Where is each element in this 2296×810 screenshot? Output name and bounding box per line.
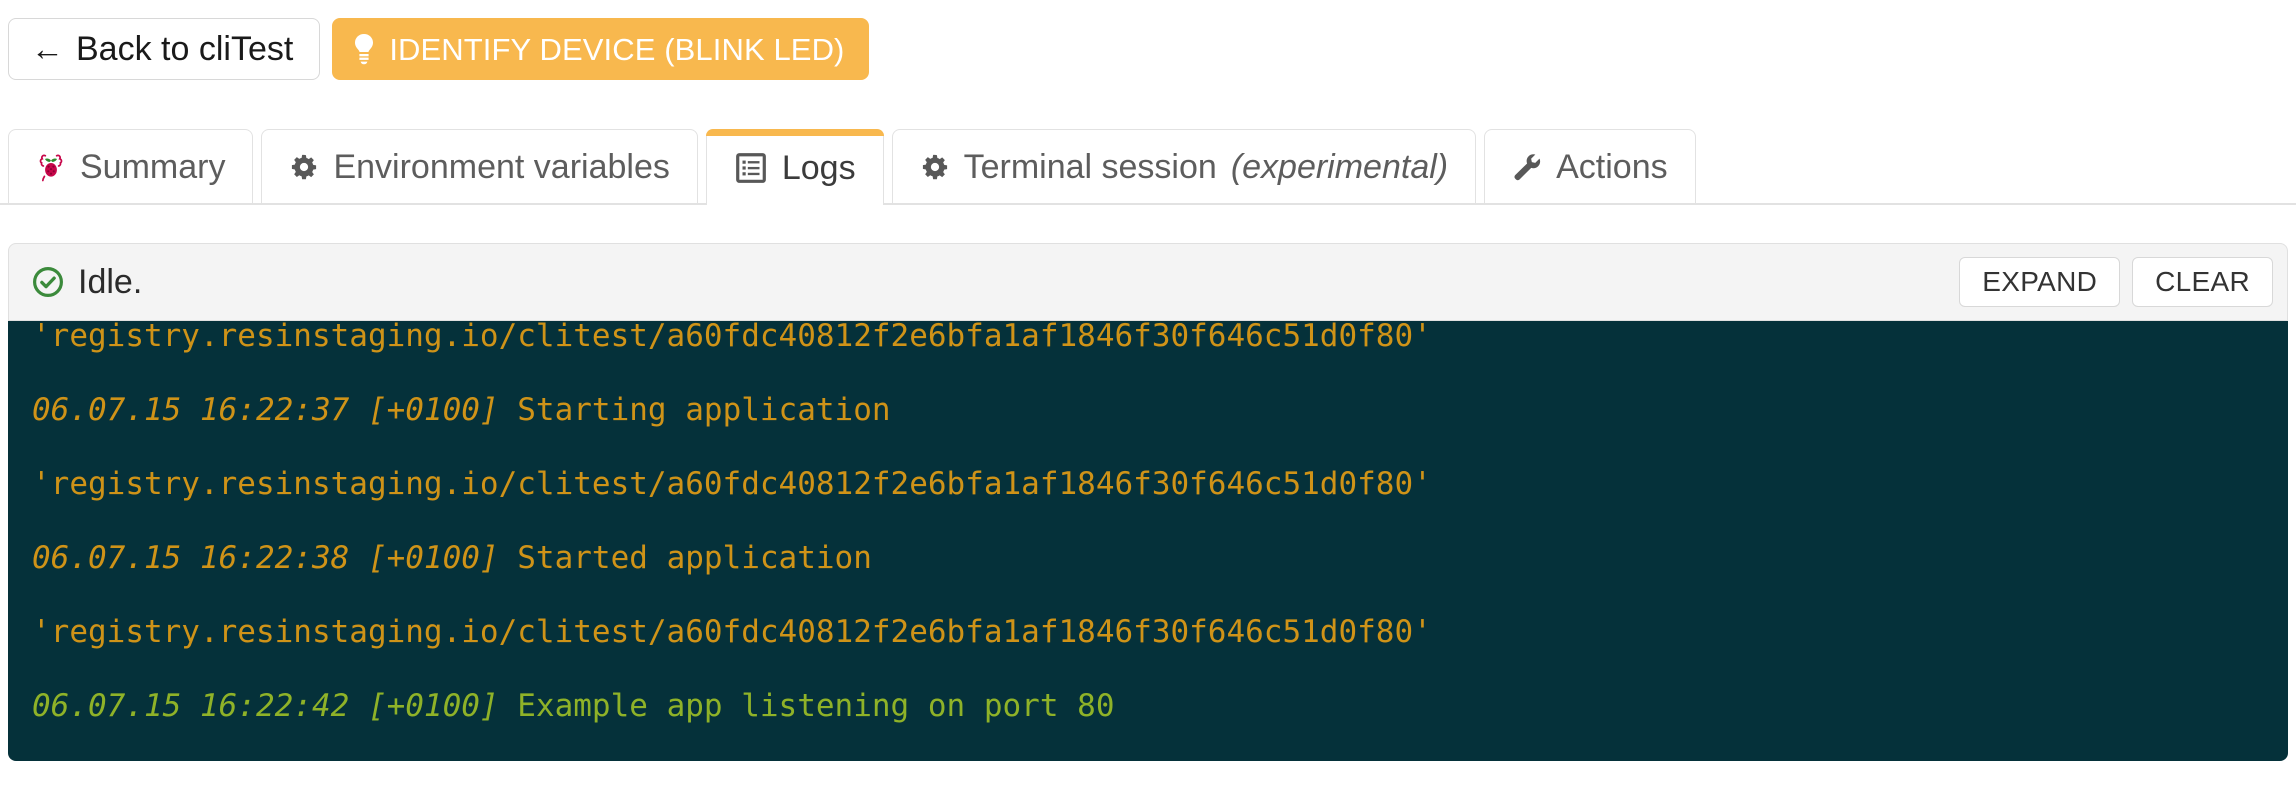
tab-terminal-session[interactable]: Terminal session (experimental)	[891, 129, 1477, 203]
log-output: 'registry.resinstaging.io/clitest/a60fdc…	[32, 321, 2288, 743]
tab-summary-label: Summary	[80, 147, 226, 186]
log-message: Starting application	[517, 392, 891, 428]
tab-logs-label: Logs	[781, 148, 856, 187]
tab-logs[interactable]: Logs	[705, 129, 884, 205]
log-line: 06.07.15 16:22:42 [+0100] Example app li…	[32, 669, 2288, 743]
log-line: 06.07.15 16:22:37 [+0100] Starting appli…	[32, 373, 2288, 447]
tab-terminal-session-label: Terminal session	[963, 147, 1217, 186]
status-message: Idle.	[31, 265, 142, 299]
tab-actions-label: Actions	[1556, 147, 1668, 186]
back-button-label: Back to cliTest	[76, 30, 294, 68]
log-timestamp: 06.07.15 16:22:42 [+0100]	[32, 688, 518, 724]
wrench-icon	[1512, 152, 1542, 182]
log-line: 06.07.15 16:22:38 [+0100] Started applic…	[32, 521, 2288, 595]
tab-actions[interactable]: Actions	[1484, 129, 1696, 203]
status-text: Idle.	[78, 263, 143, 301]
lightbulb-icon	[353, 33, 375, 65]
tab-strip: Summary Environment variables Logs Termi…	[0, 128, 2296, 205]
log-timestamp: 06.07.15 16:22:38 [+0100]	[32, 540, 518, 576]
tab-terminal-session-suffix: (experimental)	[1230, 147, 1449, 186]
list-document-icon	[734, 151, 768, 185]
log-line: 'registry.resinstaging.io/clitest/a60fdc…	[32, 466, 1432, 502]
tab-environment-variables[interactable]: Environment variables	[261, 129, 698, 203]
identify-device-label: IDENTIFY DEVICE (BLINK LED)	[389, 31, 845, 67]
clear-button[interactable]: CLEAR	[2132, 257, 2273, 307]
tab-summary[interactable]: Summary	[8, 129, 254, 203]
tab-environment-variables-label: Environment variables	[333, 147, 670, 186]
check-circle-icon	[31, 265, 65, 299]
device-logs-page: ← Back to cliTest IDENTIFY DEVICE (BLINK…	[0, 0, 2296, 810]
expand-button[interactable]: EXPAND	[1959, 257, 2121, 307]
log-timestamp: 06.07.15 16:22:37 [+0100]	[32, 392, 518, 428]
raspberry-pi-icon	[36, 152, 66, 182]
log-status-bar: Idle. EXPAND CLEAR	[8, 243, 2288, 321]
top-action-bar: ← Back to cliTest IDENTIFY DEVICE (BLINK…	[0, 0, 870, 80]
log-line: 'registry.resinstaging.io/clitest/a60fdc…	[32, 614, 1432, 650]
log-controls: EXPAND CLEAR	[1959, 257, 2273, 307]
identify-device-button[interactable]: IDENTIFY DEVICE (BLINK LED)	[332, 18, 870, 80]
log-message: Example app listening on port 80	[517, 688, 1115, 724]
log-console[interactable]: 'registry.resinstaging.io/clitest/a60fdc…	[8, 321, 2288, 761]
arrow-left-icon: ←	[31, 29, 64, 67]
log-line: 'registry.resinstaging.io/clitest/a60fdc…	[32, 321, 1432, 354]
back-button[interactable]: ← Back to cliTest	[8, 18, 321, 80]
log-message: Started application	[517, 540, 872, 576]
gear-icon	[289, 152, 319, 182]
gear-icon	[920, 152, 950, 182]
